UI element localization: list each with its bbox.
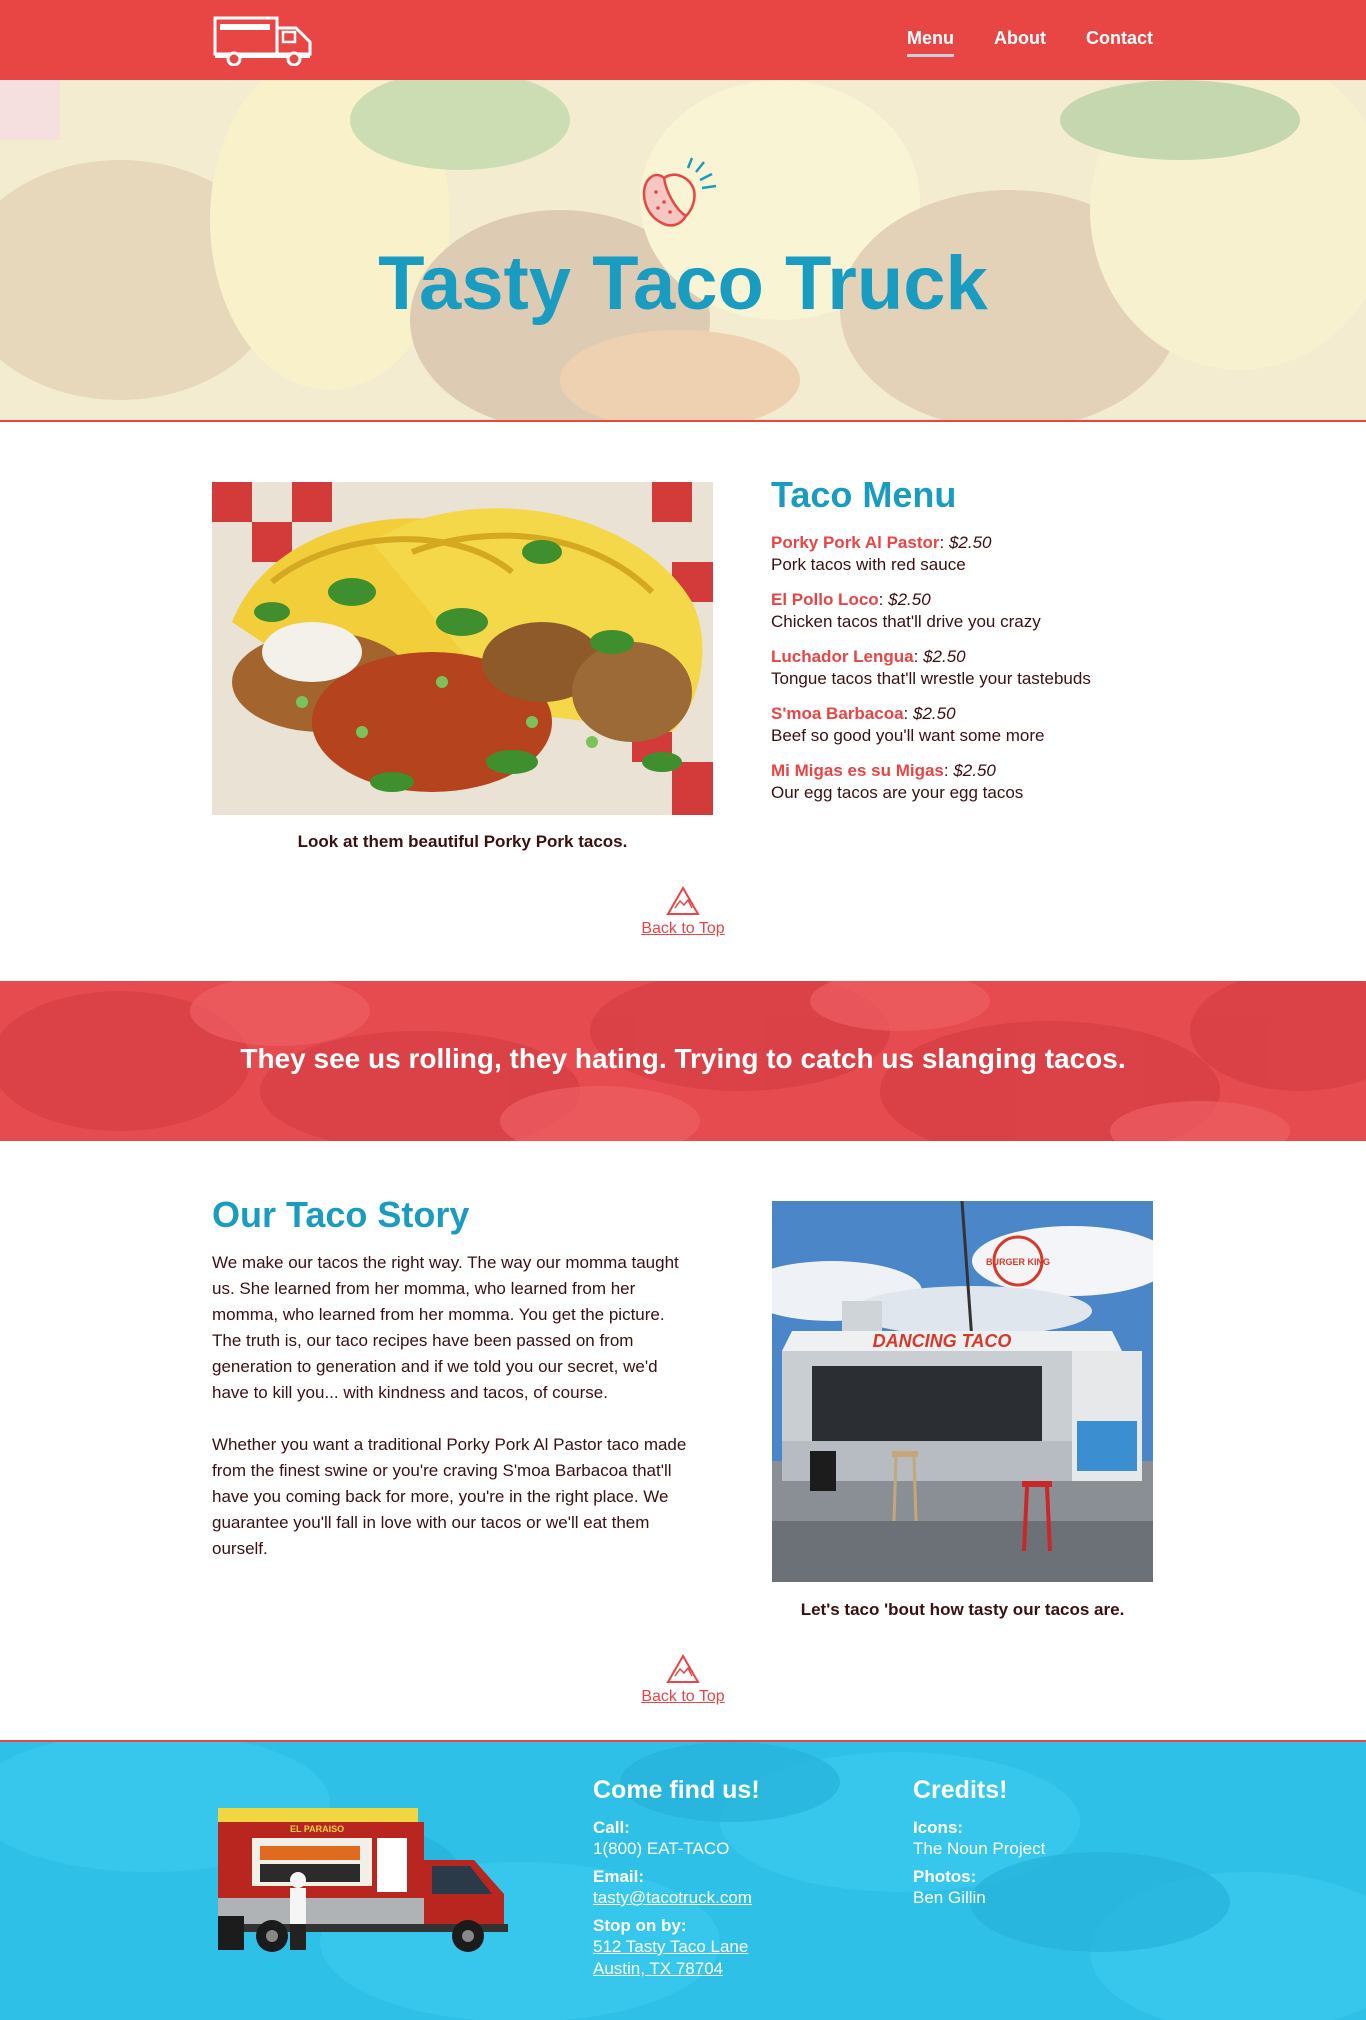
truck-sign-text: EL PARAISO [290, 1824, 344, 1834]
menu-list: Taco Menu Porky Pork Al Pastor: $2.50 Po… [771, 474, 1171, 817]
back-to-top-icon [666, 1654, 700, 1683]
burger-king-sign-text: BURGER KING [986, 1257, 1050, 1267]
taco-stand-photo: BURGER KING DANCING TACO [772, 1201, 1153, 1582]
menu-item-description: Chicken tacos that'll drive you crazy [771, 612, 1041, 631]
footer-credits-heading: Credits! [913, 1776, 1008, 1804]
back-to-top-link[interactable]: Back to Top [603, 886, 763, 938]
menu-item-price: $2.50 [948, 533, 992, 552]
phone-number: 1(800) EAT-TACO [593, 1839, 730, 1858]
back-to-top-icon [666, 886, 700, 915]
menu-item: Luchador Lengua: $2.50 Tongue tacos that… [771, 646, 1171, 690]
email-label: Email: [593, 1867, 645, 1886]
menu-item-description: Beef so good you'll want some more [771, 726, 1045, 745]
photos-credit-value: Ben Gillin [913, 1888, 986, 1907]
hero-banner: Tasty Taco Truck [0, 80, 1366, 422]
taco-icon [642, 157, 717, 227]
menu-item: El Pollo Loco: $2.50 Chicken tacos that'… [771, 589, 1171, 633]
back-to-top-label: Back to Top [641, 920, 725, 937]
email-link[interactable]: tasty@tacotruck.com [593, 1888, 752, 1907]
menu-item: Mi Migas es su Migas: $2.50 Our egg taco… [771, 760, 1171, 804]
nav-links: Menu About Contact [907, 0, 1153, 80]
menu-item-name: Porky Pork Al Pastor [771, 533, 940, 552]
menu-item-price: $2.50 [913, 704, 956, 723]
menu-item-price: $2.50 [888, 590, 931, 609]
food-truck-logo-icon[interactable] [212, 14, 316, 66]
footer-credits-column: Credits! Icons: The Noun Project Photos:… [913, 1776, 1193, 1915]
menu-item-name: El Pollo Loco [771, 590, 879, 609]
menu-item-description: Pork tacos with red sauce [771, 555, 966, 574]
nav-link-contact[interactable]: Contact [1086, 28, 1153, 53]
footer-contact-heading: Come find us! [593, 1776, 760, 1804]
tacos-photo [212, 482, 713, 815]
address-link-line2[interactable]: Austin, TX 78704 [593, 1959, 723, 1978]
story-photo-caption: Let's taco 'bout how tasty our tacos are… [800, 1600, 1125, 1619]
nav-link-about[interactable]: About [994, 28, 1046, 53]
hero-title: Tasty Taco Truck [378, 241, 988, 326]
menu-photo-caption: Look at them beautiful Porky Pork tacos. [297, 832, 628, 851]
story-paragraph: We make our tacos the right way. The way… [212, 1253, 679, 1402]
back-to-top-link[interactable]: Back to Top [603, 1654, 763, 1706]
menu-item-price: $2.50 [953, 761, 996, 780]
story-text-block: Our Taco Story We make our tacos the rig… [212, 1194, 692, 1588]
icons-credit-value: The Noun Project [913, 1839, 1046, 1858]
menu-item-description: Our egg tacos are your egg tacos [771, 783, 1024, 802]
menu-item-name: Luchador Lengua [771, 647, 914, 666]
menu-heading: Taco Menu [771, 474, 957, 515]
food-truck-photo: EL PARAISO [218, 1808, 508, 1952]
address-label: Stop on by: [593, 1916, 687, 1935]
quote-banner: They see us rolling, they hating. Trying… [0, 981, 1366, 1141]
footer-contact-column: Come find us! Call: 1(800) EAT-TACO Emai… [593, 1776, 873, 1986]
menu-item-name: Mi Migas es su Migas [771, 761, 944, 780]
site-footer: EL PARAISO Come find us! Call: 1(800) EA… [0, 1740, 1366, 2020]
back-to-top-label: Back to Top [641, 1688, 725, 1705]
menu-item: Porky Pork Al Pastor: $2.50 Pork tacos w… [771, 532, 1171, 576]
top-nav: Menu About Contact [0, 0, 1366, 80]
story-paragraph: Whether you want a traditional Porky Por… [212, 1435, 687, 1558]
nav-link-menu[interactable]: Menu [907, 28, 955, 57]
menu-item: S'moa Barbacoa: $2.50 Beef so good you'l… [771, 703, 1171, 747]
photos-credit-label: Photos: [913, 1867, 977, 1886]
quote-text: They see us rolling, they hating. Trying… [240, 1043, 1126, 1074]
menu-item-description: Tongue tacos that'll wrestle your tasteb… [771, 669, 1091, 688]
menu-item-price: $2.50 [923, 647, 966, 666]
address-link-line1[interactable]: 512 Tasty Taco Lane [593, 1937, 748, 1956]
call-label: Call: [593, 1818, 630, 1837]
icons-credit-label: Icons: [913, 1818, 964, 1837]
menu-item-name: S'moa Barbacoa [771, 704, 904, 723]
story-heading: Our Taco Story [212, 1194, 470, 1235]
dancing-taco-sign-text: DANCING TACO [873, 1331, 1012, 1351]
